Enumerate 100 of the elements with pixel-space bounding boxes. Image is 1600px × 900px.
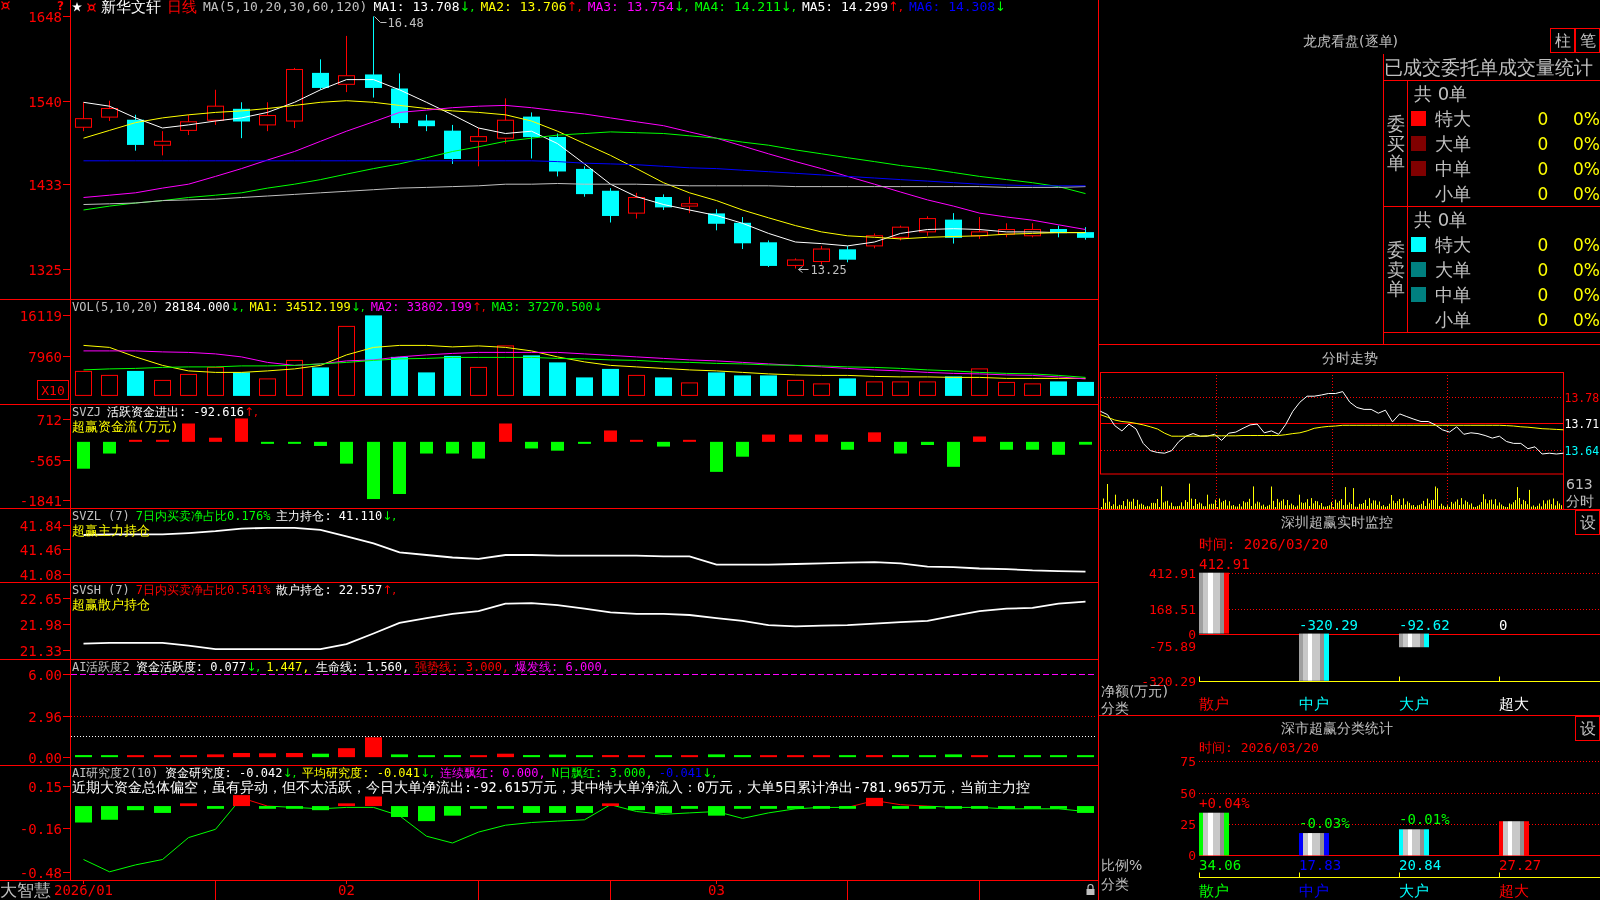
volume-bar — [286, 359, 303, 396]
flow-bar — [103, 441, 116, 454]
volume-bar — [127, 370, 144, 396]
category-label: 超大 — [1499, 882, 1529, 900]
flow-bar — [499, 423, 512, 442]
research-bar — [444, 806, 461, 816]
trend-arrow: ↓, — [246, 660, 261, 674]
header-text: 主力持仓: 41.110 — [276, 509, 383, 523]
indicator-caption: 超赢资金流(万元) — [72, 419, 179, 435]
volume-bar — [549, 362, 566, 396]
research-bar — [180, 803, 197, 807]
view-button[interactable]: 柱 — [1550, 28, 1575, 53]
header-text: MA1: 34512.199 — [249, 300, 351, 314]
category-bar — [1199, 572, 1229, 634]
volume-bar — [497, 345, 514, 396]
y-axis-label: 6.00 — [28, 666, 62, 683]
activity-bar — [549, 754, 566, 758]
candlestick — [523, 111, 540, 159]
research-bar — [919, 806, 936, 809]
volume-bar — [154, 379, 171, 396]
axis-title: 比例% — [1101, 857, 1143, 873]
header-text: MA6: 14.308 — [909, 0, 996, 14]
analysis-comment: 近期大资金总体偏空，虽有异动，但不太活跃，今日大单净流出:-92.615万元，其中特大单净流入：0万元，大单5日累计净出-781.965万元，当前主力控 — [72, 780, 1031, 795]
header-text: AI活跃度2 — [72, 660, 130, 674]
axis-title: 分类 — [1101, 876, 1129, 892]
lock-icon — [1086, 883, 1095, 895]
activity-bar — [760, 755, 777, 758]
volume-bar — [233, 372, 250, 396]
activity-bar — [154, 755, 171, 758]
order-size-label: 大单 — [1434, 257, 1472, 282]
candlestick — [127, 114, 144, 152]
flow-bar — [1079, 441, 1092, 445]
header-text: 28184.000 — [164, 300, 230, 314]
trend-arrow: ↑, — [243, 405, 258, 419]
order-share: 0% — [1572, 183, 1600, 204]
bar-value-label: 17.83 — [1299, 857, 1342, 873]
y-axis-label: -0.48 — [19, 864, 62, 881]
flow-bar — [420, 441, 433, 454]
volume-bar — [971, 368, 988, 396]
order-count: 0 — [1536, 309, 1550, 330]
header-text: AI研究度2(10) — [72, 766, 159, 780]
order-share: 0% — [1572, 158, 1600, 179]
y-axis-label: -565 — [28, 452, 62, 469]
flow-bar — [841, 441, 854, 450]
flow-bar — [947, 441, 960, 467]
order-total: 共 0单 — [1413, 82, 1469, 106]
header-text: 新华文轩 — [101, 0, 161, 14]
order-size-label: 小单 — [1434, 307, 1472, 332]
research-bar — [866, 797, 883, 807]
price-axis-label: 13.64 — [1564, 443, 1600, 458]
candlestick — [1077, 226, 1094, 241]
research-bar — [101, 806, 118, 820]
candlestick — [576, 165, 593, 198]
y-axis-label: 22.65 — [19, 590, 62, 607]
research-bar — [365, 796, 382, 807]
candlestick — [101, 100, 118, 122]
volume-bar — [101, 374, 118, 396]
y-axis-label: 712 — [36, 411, 62, 428]
candlestick — [602, 187, 619, 223]
order-total: 共 0单 — [1413, 208, 1469, 232]
research-bar — [233, 795, 250, 807]
candlestick — [233, 101, 250, 139]
trend-arrow: ↑, — [566, 0, 582, 14]
candlestick — [892, 225, 909, 241]
header-text: -0.041 — [658, 766, 703, 780]
view-button[interactable]: 笔 — [1575, 28, 1600, 53]
activity-bar — [655, 755, 672, 758]
trend-arrow: ↓, — [420, 766, 434, 780]
unit-label: X10 — [37, 380, 69, 400]
volume-bar — [708, 372, 725, 396]
research-bar — [418, 806, 435, 822]
candlestick — [839, 245, 856, 263]
research-bar — [154, 806, 171, 813]
activity-bar — [259, 753, 276, 758]
trend-arrow: ↓ — [592, 300, 603, 314]
flow-bar — [77, 441, 90, 469]
research-bar — [708, 806, 725, 816]
ring-icon — [87, 2, 96, 12]
research-bar — [1077, 806, 1094, 813]
settings-button[interactable]: 设 — [1575, 716, 1600, 741]
category-bar — [1299, 633, 1329, 681]
research-bar — [338, 803, 355, 807]
price-axis-label: 13.78 — [1564, 390, 1600, 405]
settings-button[interactable]: 设 — [1575, 510, 1600, 535]
activity-bar — [945, 754, 962, 758]
header-text: 7日内买卖净占比0.541% — [135, 583, 271, 597]
volume-bar — [681, 382, 698, 396]
header-text: MA2: 13.706 — [480, 0, 567, 14]
order-count: 0 — [1536, 108, 1550, 129]
volume-bar — [734, 375, 751, 396]
header-text: 1.447, — [266, 660, 310, 674]
help-button[interactable]: ? — [57, 0, 64, 12]
table-heading: 已成交委托单成交量统计 — [1384, 54, 1600, 81]
order-size-label: 特大 — [1434, 106, 1472, 131]
order-size-label: 中单 — [1434, 282, 1472, 307]
header-text: MA3: 37270.500 — [491, 300, 593, 314]
y-axis-label: 41.46 — [19, 541, 62, 558]
volume-bar — [919, 381, 936, 396]
candlestick — [919, 215, 936, 237]
volume-bar — [813, 383, 830, 396]
